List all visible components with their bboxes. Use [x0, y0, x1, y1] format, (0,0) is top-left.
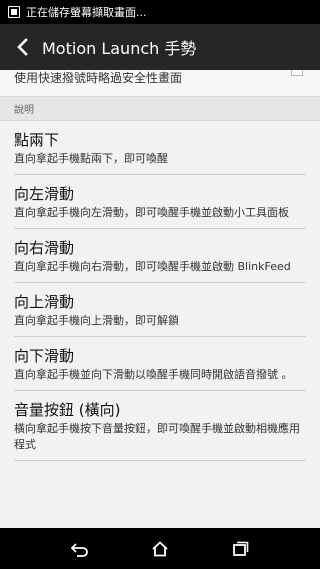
- list-item-skip-security[interactable]: 使用快速撥號時略過安全性畫面: [0, 70, 320, 97]
- back-arrow-icon: [17, 38, 28, 56]
- checkbox[interactable]: [291, 70, 303, 76]
- nav-recents-icon: [233, 541, 249, 556]
- list-item-double-tap[interactable]: 點兩下 直向拿起手機點兩下，即可喚醒: [14, 121, 306, 175]
- list-item-description: 直向拿起手機向右滑動，即可喚醒手機並啟動 BlinkFeed: [14, 260, 291, 273]
- list-item-title: 向左滑動: [14, 185, 75, 203]
- list-item-description: 橫向拿起手機按下音量按鈕，即可喚醒手機並啟動相機應用程式: [14, 422, 300, 451]
- nav-home-button[interactable]: [140, 529, 180, 569]
- list-item-description: 直向拿起手機向左滑動，即可喚醒手機並啟動小工具面板: [14, 206, 289, 219]
- list-item-swipe-up[interactable]: 向上滑動 直向拿起手機向上滑動，即可解鎖: [14, 283, 306, 337]
- list-item-title: 向上滑動: [14, 293, 75, 311]
- section-header: 說明: [0, 97, 320, 121]
- list-item-title: 音量按鈕 (橫向): [14, 401, 121, 419]
- page-title: Motion Launch 手勢: [42, 39, 197, 58]
- nav-back-icon: [70, 542, 88, 557]
- list-item-swipe-right[interactable]: 向右滑動 直向拿起手機向右滑動，即可喚醒手機並啟動 BlinkFeed: [14, 229, 306, 283]
- list-item-title: 點兩下: [14, 131, 60, 149]
- list-item-description: 使用快速撥號時略過安全性畫面: [14, 71, 183, 85]
- navigation-bar: [0, 528, 320, 569]
- screenshot-notification-icon: [8, 6, 20, 18]
- list-item-title: 向右滑動: [14, 239, 75, 257]
- settings-list[interactable]: 使用快速撥號時略過安全性畫面 說明 點兩下 直向拿起手機點兩下，即可喚醒 向左滑…: [0, 70, 320, 528]
- list-item-volume-button[interactable]: 音量按鈕 (橫向) 橫向拿起手機按下音量按鈕，即可喚醒手機並啟動相機應用程式: [14, 391, 306, 461]
- status-notification-text: 正在儲存螢幕擷取畫面...: [26, 6, 147, 19]
- list-item-description: 直向拿起手機並向下滑動以喚醒手機同時開啟語音撥號 。: [14, 368, 293, 381]
- list-item-description: 直向拿起手機向上滑動，即可解鎖: [14, 314, 179, 327]
- list-item-swipe-down[interactable]: 向下滑動 直向拿起手機並向下滑動以喚醒手機同時開啟語音撥號 。: [14, 337, 306, 391]
- status-bar: 正在儲存螢幕擷取畫面...: [0, 0, 320, 24]
- nav-home-icon: [152, 540, 168, 556]
- list-item-swipe-left[interactable]: 向左滑動 直向拿起手機向左滑動，即可喚醒手機並啟動小工具面板: [14, 175, 306, 229]
- app-bar: Motion Launch 手勢: [0, 24, 320, 70]
- list-item-description: 直向拿起手機點兩下，即可喚醒: [14, 152, 168, 165]
- list-item-title: 向下滑動: [14, 347, 75, 365]
- nav-recents-button[interactable]: [220, 529, 260, 569]
- nav-back-button[interactable]: [60, 529, 100, 569]
- back-button[interactable]: [4, 24, 40, 70]
